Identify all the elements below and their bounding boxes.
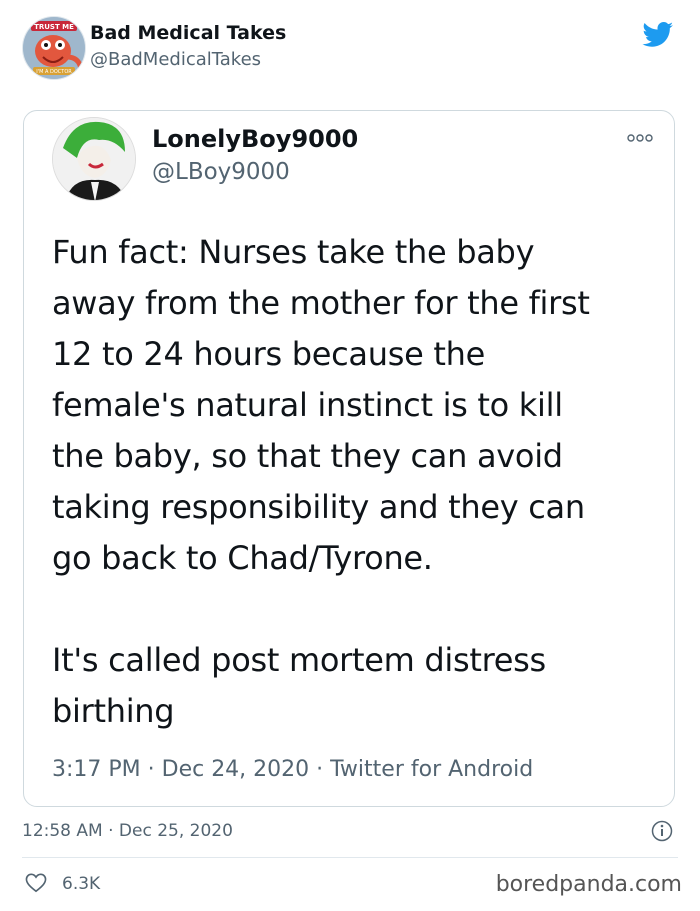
svg-text:TRUST ME: TRUST ME bbox=[34, 23, 74, 31]
quoted-tweet-line: 12 to 24 hours because the bbox=[52, 335, 485, 373]
author-avatar[interactable]: TRUST ME I'M A DOCTOR bbox=[22, 16, 86, 80]
quoted-tweet-line: female's natural instinct is to kill bbox=[52, 386, 563, 424]
heart-icon[interactable] bbox=[25, 873, 47, 893]
quoted-tweet-line: away from the mother for the first bbox=[52, 284, 590, 322]
author-name[interactable]: Bad Medical Takes bbox=[90, 22, 286, 44]
joker-avatar-image bbox=[53, 118, 135, 200]
svg-text:I'M A DOCTOR: I'M A DOCTOR bbox=[36, 69, 72, 75]
zoidberg-avatar-image: TRUST ME I'M A DOCTOR bbox=[23, 17, 85, 79]
quoted-tweet-text: Fun fact: Nurses take the baby away from… bbox=[52, 227, 652, 737]
tweet-header: TRUST ME I'M A DOCTOR Bad Medical Takes … bbox=[22, 16, 682, 80]
quoted-tweet-line: Fun fact: Nurses take the baby bbox=[52, 233, 535, 271]
info-icon[interactable] bbox=[651, 820, 673, 842]
quoted-tweet-line: birthing bbox=[52, 692, 175, 730]
divider bbox=[22, 857, 678, 858]
quoted-tweet-meta[interactable]: 3:17 PM · Dec 24, 2020 · Twitter for And… bbox=[52, 757, 533, 782]
tweet-timestamp[interactable]: 12:58 AM · Dec 25, 2020 bbox=[22, 821, 233, 841]
watermark: boredpanda.com bbox=[495, 872, 682, 897]
more-options-icon[interactable] bbox=[626, 131, 654, 145]
quoted-author-handle[interactable]: @LBoy9000 bbox=[152, 159, 290, 185]
quoted-tweet-line: the baby, so that they can avoid bbox=[52, 437, 563, 475]
twitter-bird-icon[interactable] bbox=[642, 22, 674, 48]
quoted-tweet-line: It's called post mortem distress bbox=[52, 641, 546, 679]
quoted-author-name[interactable]: LonelyBoy9000 bbox=[152, 125, 358, 153]
quoted-tweet-line: go back to Chad/Tyrone. bbox=[52, 539, 433, 577]
quoted-author-avatar[interactable] bbox=[52, 117, 136, 201]
author-handle[interactable]: @BadMedicalTakes bbox=[90, 49, 261, 70]
like-count: 6.3K bbox=[62, 874, 101, 894]
quoted-tweet-card[interactable]: LonelyBoy9000 @LBoy9000 Fun fact: Nurses… bbox=[23, 110, 675, 807]
quoted-tweet-line: taking responsibility and they can bbox=[52, 488, 585, 526]
